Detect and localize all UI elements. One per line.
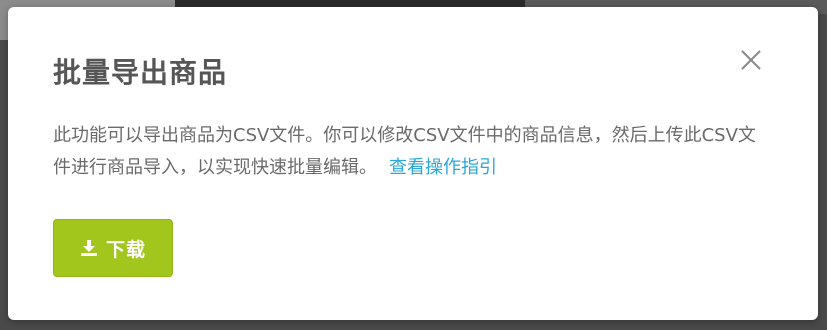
close-button[interactable] [736,45,766,75]
download-button[interactable]: 下载 [53,219,173,277]
modal-title: 批量导出商品 [53,56,228,89]
guide-link[interactable]: 查看操作指引 [389,157,497,178]
close-icon [741,50,761,70]
export-products-modal: 批量导出商品 此功能可以导出商品为CSV文件。你可以修改CSV文件中的商品信息，… [8,7,818,320]
download-button-label: 下载 [105,238,146,261]
modal-description: 此功能可以导出商品为CSV文件。你可以修改CSV文件中的商品信息，然后上传此CS… [53,120,773,184]
download-icon [80,240,97,256]
